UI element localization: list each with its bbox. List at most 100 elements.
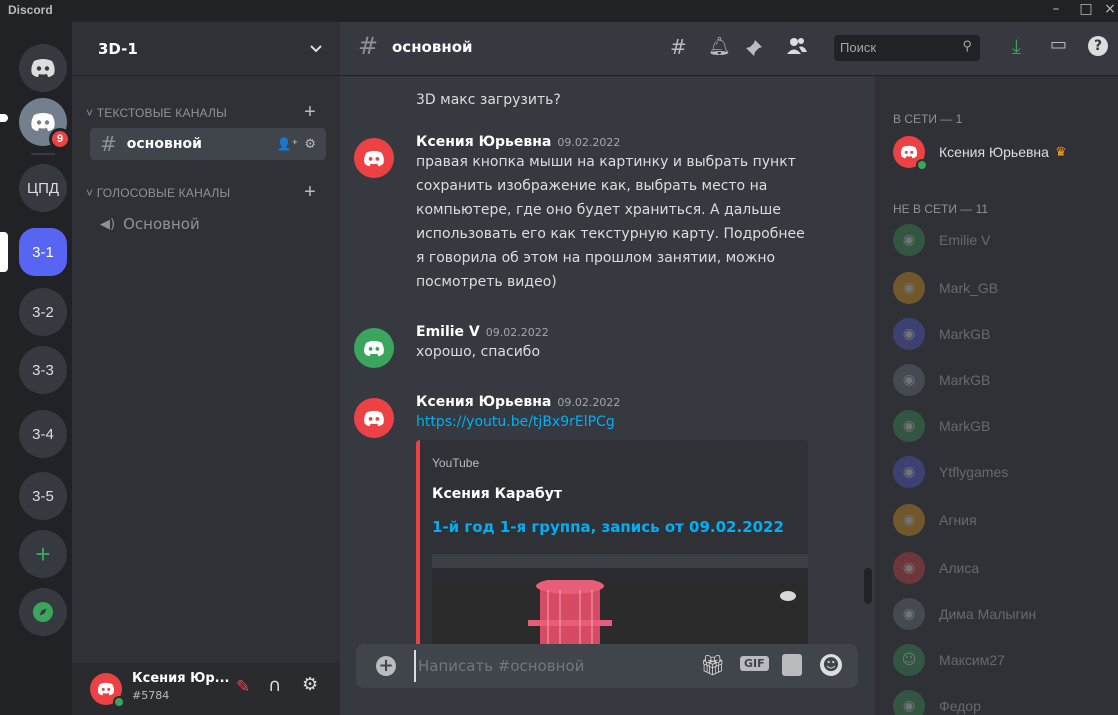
gear-icon[interactable]: ⚙ <box>304 137 316 152</box>
selected-pill <box>0 232 8 272</box>
search-placeholder: Поиск <box>840 40 877 55</box>
member-offline[interactable]: ◉ Mark_GB <box>893 270 998 306</box>
headphones-icon[interactable]: ∩ <box>268 675 281 696</box>
member-offline[interactable]: ◉ Федор <box>893 688 981 715</box>
member-name: Mark_GB <box>939 280 999 296</box>
category-text-channels[interactable]: ˅ ТЕКСТОВЫЕ КАНАЛЫ + <box>86 101 316 123</box>
youtube-link[interactable]: https://youtu.be/tjBx9rElPCg <box>416 410 816 434</box>
search-input[interactable]: Поиск ⚲ <box>834 35 980 61</box>
maximize-button[interactable]: □ <box>1076 1 1096 17</box>
discord-logo-icon: ◉ <box>902 560 916 576</box>
emoji-icon[interactable]: ☻ <box>820 654 842 676</box>
member-name: MarkGB <box>939 326 991 342</box>
server-3-5[interactable]: 3-5 <box>19 472 67 520</box>
message-author[interactable]: Emilie V 09.02.2022 <box>416 324 549 340</box>
help-icon[interactable]: ? <box>1088 36 1108 56</box>
unread-pill <box>0 114 8 122</box>
hashtag-icon: # <box>100 132 117 156</box>
download-icon[interactable]: ⤓ <box>1012 34 1021 58</box>
channel-title: основной <box>392 38 473 56</box>
embed-provider: YouTube <box>432 456 480 470</box>
server-3-2[interactable]: 3-2 <box>19 288 67 336</box>
avatar[interactable] <box>354 398 394 438</box>
member-offline[interactable]: ◉ Emilie V <box>893 222 990 258</box>
discord-logo-icon: ◉ <box>902 606 916 622</box>
member-offline[interactable]: ◉ MarkGB <box>893 316 990 352</box>
member-offline[interactable]: ◉ MarkGB <box>893 362 990 398</box>
scrollbar-thumb[interactable] <box>864 568 872 604</box>
author-name[interactable]: Ксения Юрьевна <box>416 134 551 150</box>
compass-icon <box>33 602 53 622</box>
member-offline[interactable]: ◉ Алиса <box>893 550 979 586</box>
user-panel: Ксения Юр... #5784 ✎ ∩ ⚙ <box>72 663 340 715</box>
member-online[interactable]: Ксения Юрьевна ♛ <box>893 134 1067 171</box>
explore-servers-button[interactable] <box>19 588 67 636</box>
server-separator <box>31 153 55 155</box>
pin-icon[interactable] <box>744 38 764 58</box>
add-channel-icon[interactable]: + <box>304 101 316 124</box>
channel-label: основной <box>126 136 202 152</box>
server-name: 3D-1 <box>98 39 138 58</box>
invite-icon[interactable]: 👤⁺ <box>277 137 298 151</box>
member-name: MarkGB <box>939 418 991 434</box>
bell-icon[interactable]: 🔔︎ <box>708 36 731 57</box>
message-composer: + Написать #основной 🎁︎ GIF ☻ <box>356 644 858 688</box>
home-button[interactable] <box>19 44 67 92</box>
discord-logo-icon <box>900 145 918 159</box>
sticker-icon[interactable] <box>782 654 802 676</box>
search-icon: ⚲ <box>962 38 972 53</box>
member-offline[interactable]: ◉ MarkGB <box>893 408 990 444</box>
discord-logo-icon <box>364 340 384 356</box>
server-3-1[interactable]: 3-1 <box>19 228 67 276</box>
gif-button[interactable]: GIF <box>740 656 769 671</box>
user-tag: #5784 <box>132 689 170 702</box>
server-3-4[interactable]: 3-4 <box>19 410 67 458</box>
category-label: ТЕКСТОВЫЕ КАНАЛЫ <box>96 106 227 120</box>
message-timestamp: 09.02.2022 <box>557 396 621 409</box>
message-input[interactable]: Написать #основной <box>414 650 674 682</box>
category-voice-channels[interactable]: ˅ ГОЛОСОВЫЕ КАНАЛЫ + <box>86 181 316 203</box>
settings-gear-icon[interactable]: ⚙ <box>302 674 318 695</box>
members-list-icon[interactable] <box>786 36 808 56</box>
add-server-button[interactable]: + <box>19 530 67 578</box>
message-author[interactable]: Ксения Юрьевна 09.02.2022 <box>416 134 620 150</box>
embed-author[interactable]: Ксения Карабут <box>432 486 562 502</box>
avatar[interactable] <box>354 328 394 368</box>
app-brand: Discord <box>8 3 53 17</box>
upload-plus-icon[interactable]: + <box>376 656 396 676</box>
mic-muted-icon[interactable]: ✎ <box>236 677 250 697</box>
author-name[interactable]: Ксения Юрьевна <box>416 394 551 410</box>
channel-osnovnoy-text[interactable]: # основной 👤⁺ ⚙ <box>90 128 326 160</box>
message-author[interactable]: Ксения Юрьевна 09.02.2022 <box>416 394 620 410</box>
user-name: Ксения Юр... <box>132 671 230 686</box>
channel-osnovnoy-voice[interactable]: ◀) Основной <box>90 208 326 240</box>
member-name: Алиса <box>939 560 980 576</box>
channel-sidebar: 3D-1 ˅ ТЕКСТОВЫЕ КАНАЛЫ + # основной 👤⁺ … <box>72 22 340 715</box>
gift-icon[interactable]: 🎁︎ <box>700 653 725 677</box>
close-button[interactable]: × <box>1100 1 1118 17</box>
chevron-down-icon <box>310 44 322 52</box>
server-cpd[interactable]: ЦПД <box>19 164 67 212</box>
member-name: Максим27 <box>939 652 1005 668</box>
avatar[interactable] <box>90 673 125 708</box>
status-online-icon <box>916 159 928 171</box>
member-offline[interactable]: ◉ Ytflygames <box>893 454 1008 490</box>
add-channel-icon[interactable]: + <box>304 181 316 204</box>
avatar[interactable] <box>354 138 394 178</box>
server-dm[interactable]: 9 <box>19 98 71 150</box>
channel-label: Основной <box>123 215 200 233</box>
member-name: Ytflygames <box>939 464 1009 480</box>
server-3-3[interactable]: 3-3 <box>19 346 67 394</box>
threads-icon[interactable]: # <box>670 35 687 59</box>
member-offline[interactable]: ◉ Дима Малыгин <box>893 596 1036 632</box>
inbox-icon[interactable]: ▭ <box>1050 34 1067 55</box>
avatar: ◉ <box>893 456 925 488</box>
server-header[interactable]: 3D-1 <box>72 22 340 76</box>
embed-title[interactable]: 1-й год 1-я группа, запись от 09.02.2022 <box>432 518 784 536</box>
discord-logo-icon: ◉ <box>902 232 916 248</box>
author-name[interactable]: Emilie V <box>416 324 480 340</box>
member-offline[interactable]: ☺ Максим27 <box>893 642 1005 678</box>
member-offline[interactable]: ◉ Агния <box>893 502 977 538</box>
minimize-button[interactable]: – <box>1046 1 1066 17</box>
avatar: ☺ <box>893 644 925 676</box>
